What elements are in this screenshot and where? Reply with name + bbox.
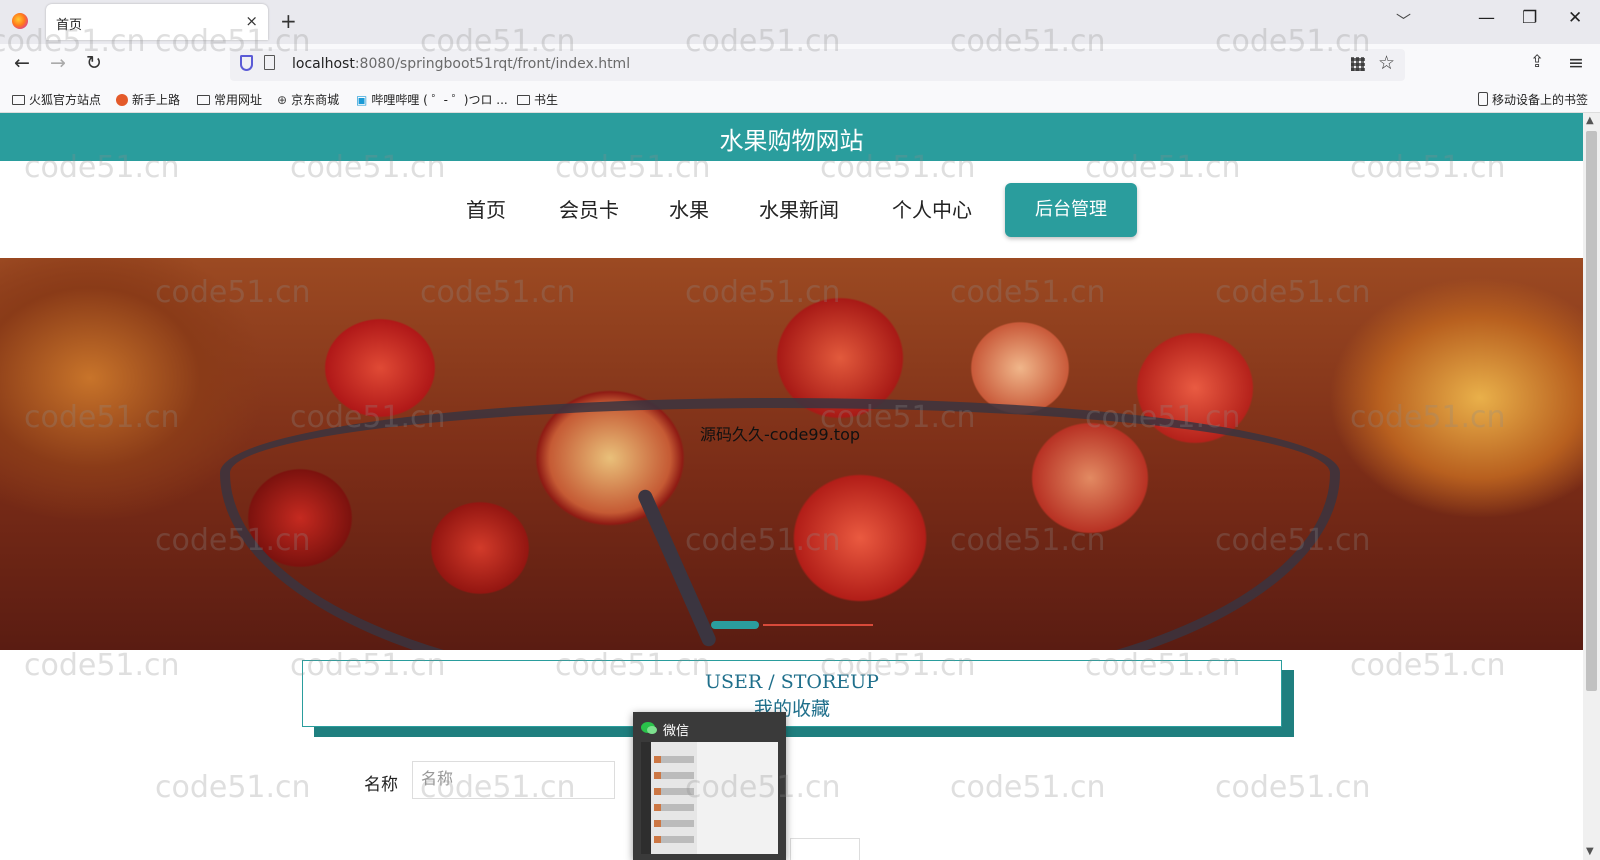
scroll-down-icon[interactable]: ▼ (1586, 846, 1594, 857)
menu-item-profile[interactable]: 个人中心 (892, 194, 972, 223)
carousel-indicator-active[interactable] (711, 621, 759, 629)
banner-caption: 源码久久-code99.top (700, 425, 861, 444)
section-title-en: USER / STOREUP (705, 671, 879, 693)
wechat-preview-popup[interactable]: 微信 (633, 712, 786, 860)
thumbnail-row (654, 788, 694, 795)
page-scrollbar[interactable]: ▲ ▼ (1583, 113, 1600, 860)
back-icon[interactable]: ← (14, 52, 30, 74)
scrollbar-thumb[interactable] (1586, 131, 1597, 691)
wechat-window-thumbnail[interactable] (641, 742, 778, 854)
carousel-indicator[interactable] (763, 624, 873, 626)
restore-button[interactable]: ❐ (1522, 8, 1537, 28)
name-input[interactable] (412, 761, 615, 799)
qr-code-icon[interactable] (1351, 57, 1365, 71)
thumbnail-row (654, 772, 694, 779)
scroll-up-icon[interactable]: ▲ (1586, 115, 1594, 126)
thumbnail-chat-list (651, 742, 697, 854)
bilibili-icon: ▣ (356, 93, 368, 107)
tab-list-chevron-icon[interactable]: ﹀ (1396, 10, 1411, 31)
bookmark-item[interactable]: 常用网址 (197, 91, 262, 108)
firefox-icon[interactable] (12, 13, 28, 29)
mobile-bookmarks[interactable]: 移动设备上的书签 (1478, 91, 1588, 108)
folder-icon (517, 95, 530, 105)
globe-icon: ⊕ (277, 93, 288, 107)
app-menu-icon[interactable]: ≡ (1568, 52, 1584, 74)
minimize-button[interactable]: — (1478, 8, 1495, 28)
folder-icon (12, 95, 25, 105)
site-header: 水果购物网站 (0, 113, 1583, 161)
bookmarks-bar: 火狐官方站点 新手上路 常用网址 ⊕ 京东商城 ▣ 哔哩哔哩 ( ゜- ゜)つロ .… (0, 86, 1600, 113)
name-label: 名称 (364, 775, 398, 795)
page-icon (264, 55, 275, 70)
thumbnail-sidebar (641, 742, 651, 854)
browser-nav-bar: ← → ↻ localhost:8080/springboot51rqt/fro… (0, 44, 1600, 86)
url-text[interactable]: localhost:8080/springboot51rqt/front/ind… (292, 56, 630, 72)
bookmark-item[interactable]: ▣ 哔哩哔哩 ( ゜- ゜)つロ ... (356, 91, 508, 108)
browser-tab-bar: 首页 × + ﹀ — ❐ ✕ (0, 0, 1600, 44)
window-close-button[interactable]: ✕ (1568, 8, 1582, 28)
admin-button[interactable]: 后台管理 (1005, 183, 1137, 237)
wechat-title: 微信 (663, 724, 690, 739)
thumbnail-row (654, 836, 694, 843)
reload-icon[interactable]: ↻ (86, 52, 102, 74)
menu-item-home[interactable]: 首页 (466, 194, 506, 223)
tab-title: 首页 (56, 18, 83, 33)
browser-tab[interactable]: 首页 × (46, 4, 268, 40)
partial-control[interactable] (790, 838, 860, 860)
menu-item-member-card[interactable]: 会员卡 (559, 194, 619, 223)
thumbnail-row (654, 820, 694, 827)
banner-carousel[interactable]: 源码久久-code99.top (0, 258, 1583, 650)
section-title-cn: 我的收藏 (753, 698, 830, 720)
bookmark-item[interactable]: 火狐官方站点 (12, 91, 101, 108)
mobile-icon (1478, 92, 1488, 106)
new-tab-button[interactable]: + (280, 9, 297, 33)
thumbnail-row (654, 804, 694, 811)
tab-close-icon[interactable]: × (245, 12, 258, 30)
menu-item-fruit-news[interactable]: 水果新闻 (759, 194, 839, 223)
thumbnail-row (654, 756, 694, 763)
site-title: 水果购物网站 (719, 127, 864, 155)
bookmark-item[interactable]: ⊕ 京东商城 (277, 91, 339, 108)
url-path: :8080/springboot51rqt/front/index.html (354, 56, 631, 72)
address-bar[interactable]: localhost:8080/springboot51rqt/front/ind… (230, 49, 1405, 81)
shield-icon[interactable] (240, 55, 253, 71)
main-menu: 首页 会员卡 水果 水果新闻 个人中心 后台管理 (0, 161, 1583, 258)
section-title-card: USER / STOREUP 我的收藏 (302, 660, 1282, 727)
bookmark-item[interactable]: 书生 (517, 91, 558, 108)
menu-item-fruit[interactable]: 水果 (669, 194, 709, 223)
bookmark-item[interactable]: 新手上路 (116, 91, 180, 108)
page-viewport: 水果购物网站 首页 会员卡 水果 水果新闻 个人中心 后台管理 源码久久-cod… (0, 113, 1583, 860)
firefox-icon (116, 94, 128, 106)
folder-icon (197, 95, 210, 105)
forward-icon[interactable]: → (50, 52, 66, 74)
bookmark-star-icon[interactable]: ☆ (1378, 52, 1395, 74)
wechat-icon (641, 722, 657, 734)
extensions-icon[interactable]: ⇪ (1530, 52, 1544, 72)
url-host: localhost (292, 56, 355, 72)
